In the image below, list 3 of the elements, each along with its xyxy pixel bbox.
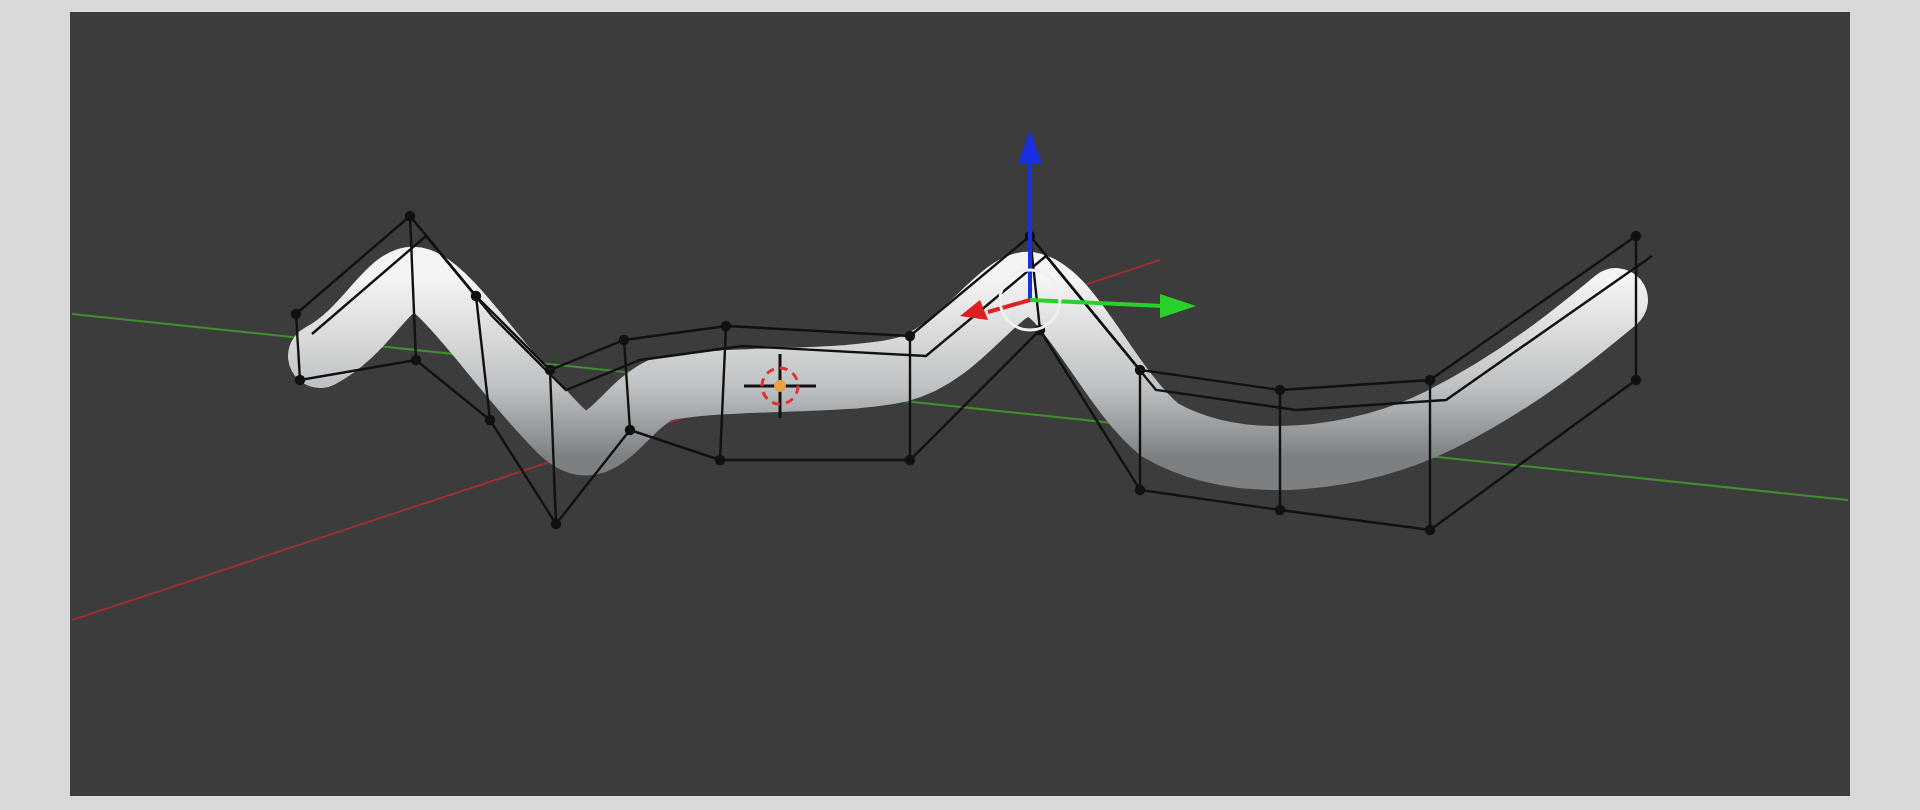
transform-gizmo-drawing[interactable] (960, 130, 1196, 332)
3d-viewport[interactable] (70, 12, 1850, 796)
3d-cursor-icon (744, 354, 816, 418)
